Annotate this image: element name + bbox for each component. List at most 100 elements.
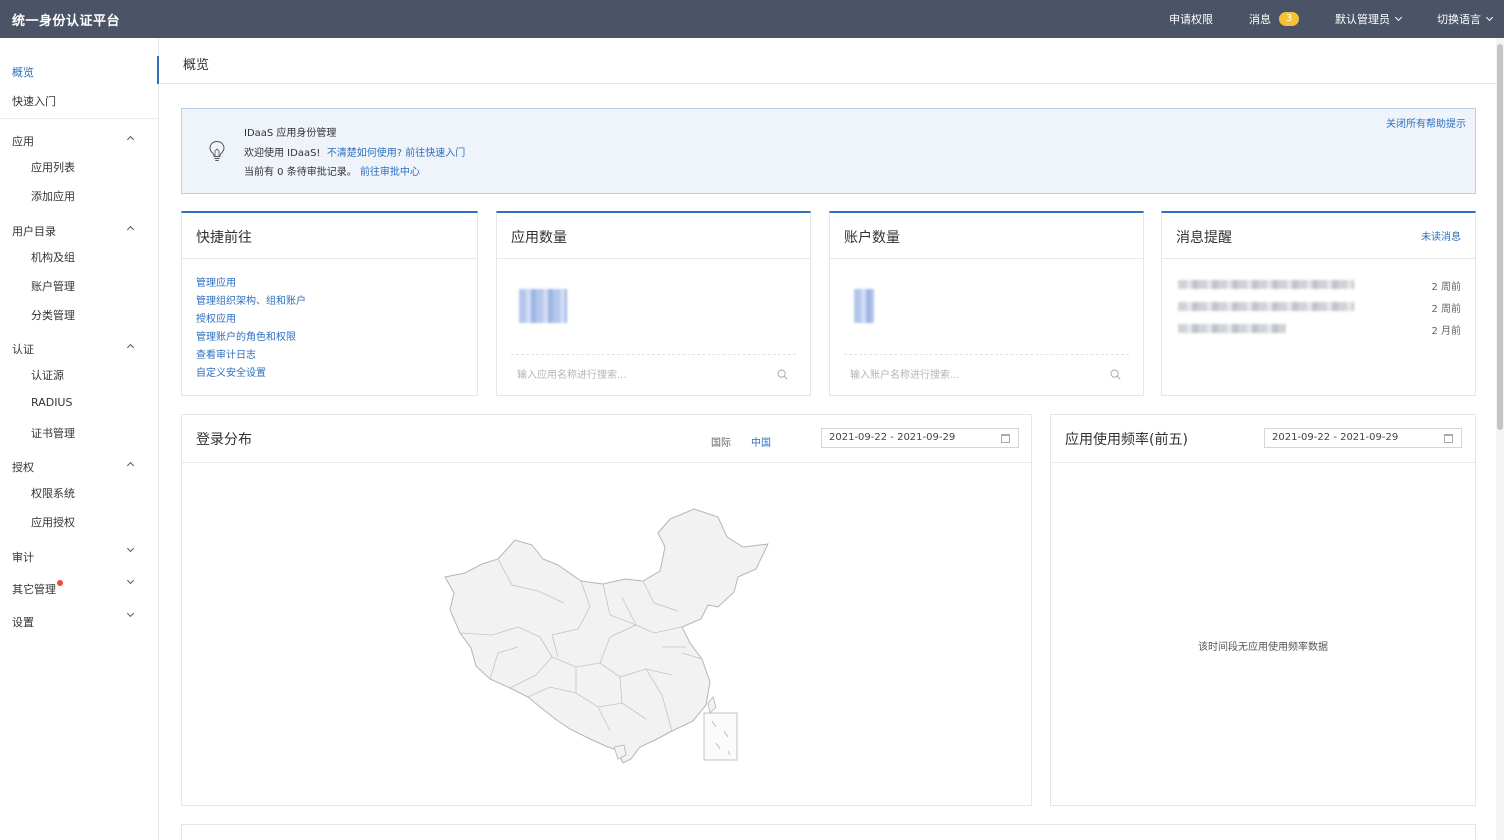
- china-map: [444, 508, 769, 764]
- sidebar-group-authorize[interactable]: 授权: [0, 459, 158, 475]
- sidebar-item-quick-start[interactable]: 快速入门: [0, 93, 158, 109]
- help-pending-line: 当前有 0 条待审批记录。 前往审批中心: [244, 163, 420, 178]
- help-welcome-text: 欢迎使用 IDaaS!: [244, 148, 321, 159]
- account-count-card: 账户数量 输入账户名称进行搜索...: [829, 211, 1144, 396]
- sidebar-group-label: 认证: [12, 343, 34, 356]
- card-divider: [182, 462, 1031, 463]
- sidebar-group-settings[interactable]: 设置: [0, 614, 158, 630]
- sidebar-item-app-authorization[interactable]: 应用授权: [0, 514, 158, 530]
- page-header: 概览: [160, 38, 1496, 84]
- language-menu[interactable]: 切换语言: [1437, 11, 1494, 27]
- sidebar-group-audit[interactable]: 审计: [0, 549, 158, 565]
- notice-time: 2 周前: [1431, 304, 1461, 315]
- card-divider: [1162, 258, 1475, 259]
- usage-date-range-picker[interactable]: 2021-09-22 - 2021-09-29: [1264, 428, 1462, 448]
- chevron-down-icon: [1485, 13, 1494, 22]
- tab-international[interactable]: 国际: [711, 434, 731, 449]
- sidebar-group-user-directory[interactable]: 用户目录: [0, 223, 158, 239]
- help-tip-box: IDaaS 应用身份管理 欢迎使用 IDaaS! 不清楚如何使用? 前往快速入门…: [181, 108, 1476, 194]
- quick-link-manage-roles[interactable]: 管理账户的角色和权限: [196, 329, 306, 347]
- tab-china[interactable]: 中国: [751, 434, 771, 449]
- top-bar: 统一身份认证平台 申请权限 消息 3 默认管理员 切换语言: [0, 0, 1504, 38]
- sidebar-item-app-list[interactable]: 应用列表: [0, 159, 158, 175]
- notice-text-blurred: [1178, 302, 1354, 311]
- sidebar-item-cert-management[interactable]: 证书管理: [0, 425, 158, 441]
- empty-state-message: 该时间段无应用使用频率数据: [1198, 642, 1328, 653]
- page-title: 概览: [183, 58, 210, 73]
- quick-links-list: 管理应用 管理组织架构、组和账户 授权应用 管理账户的角色和权限 查看审计日志 …: [196, 275, 306, 383]
- date-range-text: 2021-09-22 - 2021-09-29: [829, 432, 956, 443]
- app-search-input[interactable]: 输入应用名称进行搜索...: [517, 366, 627, 381]
- login-date-range-picker[interactable]: 2021-09-22 - 2021-09-29: [821, 428, 1019, 448]
- sidebar-item-category-management[interactable]: 分类管理: [0, 307, 158, 323]
- card-title: 消息提醒: [1176, 230, 1232, 246]
- messages-menu[interactable]: 消息 3: [1249, 11, 1299, 27]
- sidebar-item-overview[interactable]: 概览: [0, 56, 159, 84]
- notice-text-blurred: [1178, 280, 1354, 289]
- app-count-value-blurred: [519, 289, 567, 323]
- card-divider: [497, 258, 810, 259]
- sidebar-divider: [0, 118, 158, 119]
- apply-permission-link[interactable]: 申请权限: [1169, 11, 1213, 27]
- quick-link-manage-apps[interactable]: 管理应用: [196, 275, 306, 293]
- sidebar-item-account-management[interactable]: 账户管理: [0, 278, 158, 294]
- sidebar-item-radius[interactable]: RADIUS: [0, 396, 158, 409]
- account-count-value-blurred: [854, 289, 874, 323]
- sidebar-item-add-app[interactable]: 添加应用: [0, 188, 158, 204]
- notice-time: 2 周前: [1431, 282, 1461, 293]
- quick-link-security-settings[interactable]: 自定义安全设置: [196, 365, 306, 383]
- calendar-icon: [1001, 434, 1010, 443]
- quick-start-link[interactable]: 不清楚如何使用? 前往快速入门: [327, 148, 466, 159]
- sidebar-group-other-management[interactable]: 其它管理: [0, 580, 158, 597]
- scrollbar-thumb[interactable]: [1497, 44, 1503, 430]
- card-divider: [182, 258, 477, 259]
- admin-menu[interactable]: 默认管理员: [1335, 11, 1403, 27]
- sidebar-item-auth-source[interactable]: 认证源: [0, 367, 158, 383]
- sidebar-item-org-group[interactable]: 机构及组: [0, 249, 158, 265]
- notice-item[interactable]: 2 周前: [1178, 300, 1461, 315]
- notice-item[interactable]: 2 周前: [1178, 278, 1461, 293]
- card-title: 快捷前往: [196, 230, 252, 246]
- card-title: 账户数量: [844, 230, 900, 246]
- sidebar-group-auth[interactable]: 认证: [0, 341, 158, 357]
- admin-label: 默认管理员: [1335, 13, 1390, 26]
- account-search-input[interactable]: 输入账户名称进行搜索...: [850, 366, 960, 381]
- chevron-down-icon: [1394, 13, 1403, 22]
- page-scrollbar[interactable]: [1496, 38, 1504, 840]
- notice-text-blurred: [1178, 324, 1286, 333]
- message-count-badge: 3: [1279, 12, 1299, 26]
- sidebar-group-apps[interactable]: 应用: [0, 133, 158, 149]
- messages-label: 消息: [1249, 13, 1271, 26]
- apply-permission-label: 申请权限: [1169, 13, 1213, 26]
- card-title: 登录分布: [196, 432, 252, 448]
- close-all-tips-link[interactable]: 关闭所有帮助提示: [1386, 115, 1466, 130]
- sidebar: 概览 快速入门 应用 应用列表 添加应用 用户目录 机构及组 账户管理 分类管理…: [0, 38, 159, 840]
- sidebar-group-label: 审计: [12, 551, 34, 564]
- card-title: 应用使用频率(前五): [1065, 432, 1188, 448]
- card-title: 应用数量: [511, 230, 567, 246]
- notices-card: 消息提醒 未读消息 2 周前 2 周前 2 月前: [1161, 211, 1476, 396]
- notification-dot: [57, 580, 63, 586]
- lightbulb-icon: [209, 140, 225, 161]
- quick-access-card: 快捷前往 管理应用 管理组织架构、组和账户 授权应用 管理账户的角色和权限 查看…: [181, 211, 478, 396]
- sidebar-group-label: 设置: [12, 616, 34, 629]
- notice-time: 2 月前: [1431, 326, 1461, 337]
- quick-link-authorize-apps[interactable]: 授权应用: [196, 311, 306, 329]
- search-divider: [844, 354, 1129, 355]
- sidebar-item-permission-system[interactable]: 权限系统: [0, 485, 158, 501]
- notice-item[interactable]: 2 月前: [1178, 322, 1461, 337]
- date-range-text: 2021-09-22 - 2021-09-29: [1272, 432, 1399, 443]
- quick-link-audit-log[interactable]: 查看审计日志: [196, 347, 306, 365]
- card-divider: [1051, 462, 1475, 463]
- sidebar-group-label: 授权: [12, 461, 34, 474]
- approval-center-link[interactable]: 前往审批中心: [360, 167, 420, 178]
- help-pending-text: 当前有 0 条待审批记录。: [244, 167, 357, 178]
- search-divider: [511, 354, 796, 355]
- platform-title: 统一身份认证平台: [12, 13, 121, 29]
- search-icon[interactable]: [1110, 369, 1121, 380]
- unread-messages-link[interactable]: 未读消息: [1421, 228, 1461, 243]
- quick-link-manage-org[interactable]: 管理组织架构、组和账户: [196, 293, 306, 311]
- help-welcome-line: 欢迎使用 IDaaS! 不清楚如何使用? 前往快速入门: [244, 144, 465, 159]
- help-title: IDaaS 应用身份管理: [244, 128, 337, 139]
- search-icon[interactable]: [777, 369, 788, 380]
